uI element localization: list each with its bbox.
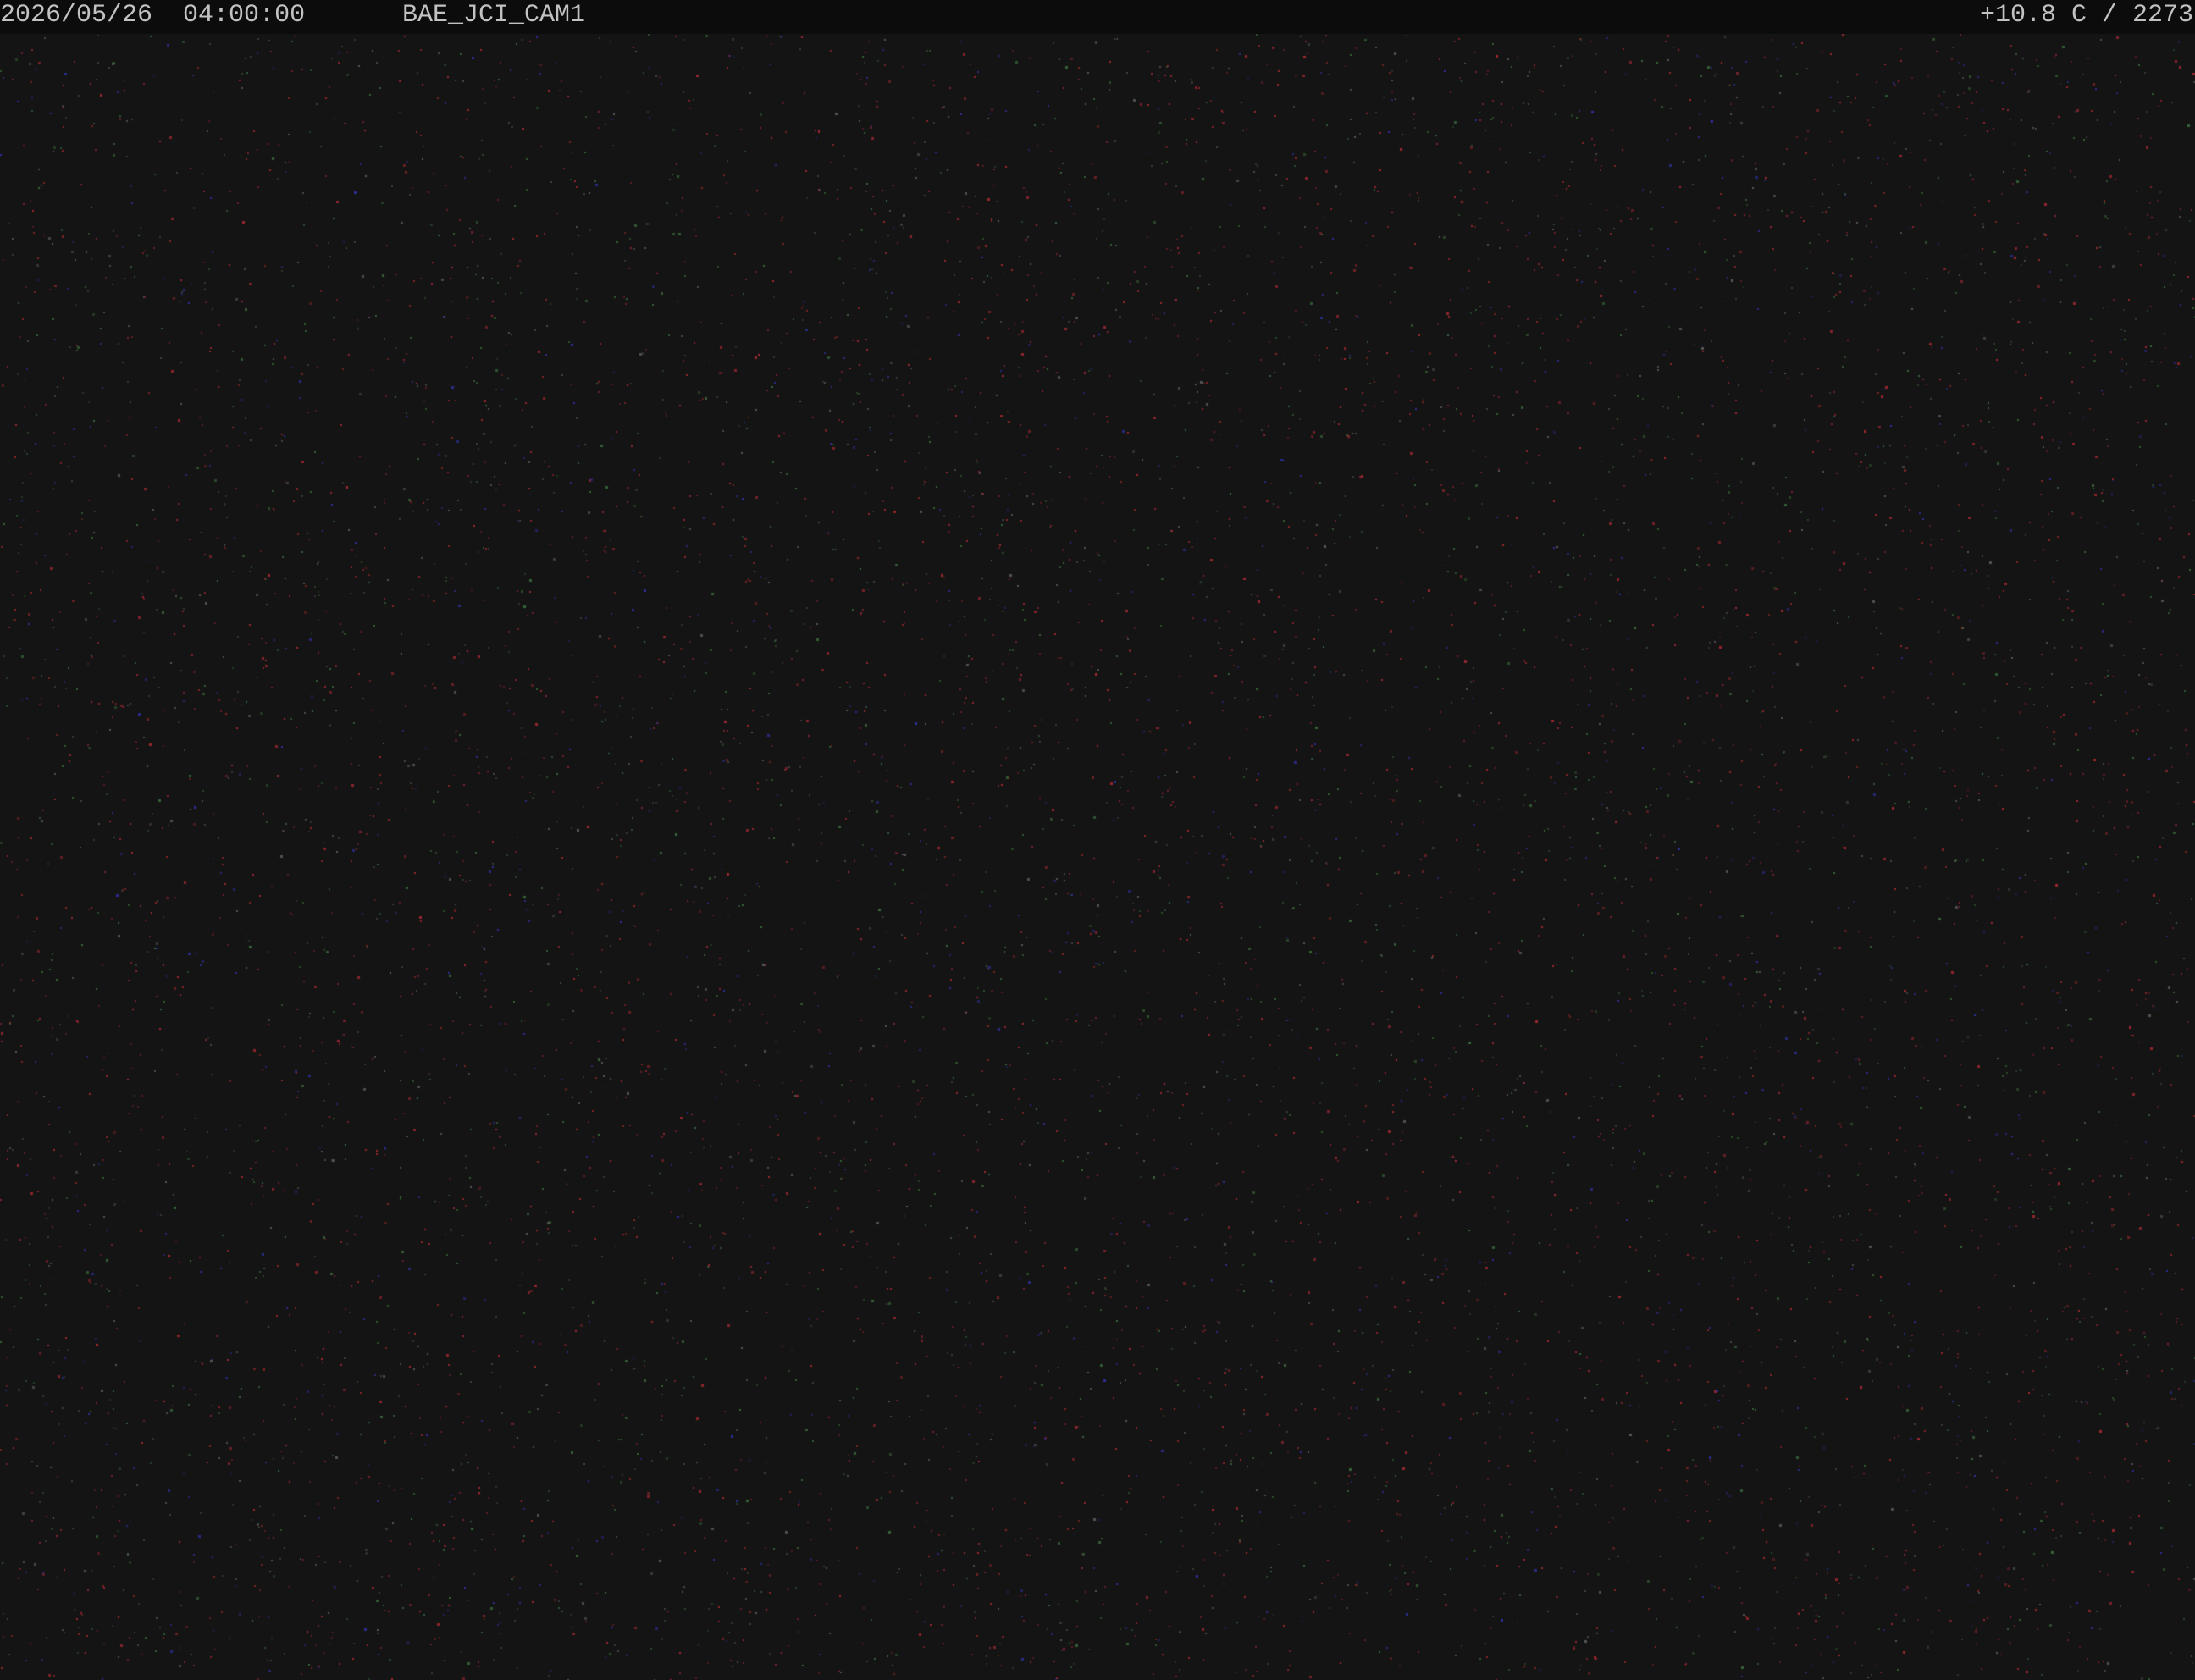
osd-datetime: 2026/05/26 04:00:00 xyxy=(0,0,305,34)
osd-date: 2026/05/26 xyxy=(0,1,153,30)
osd-overlay-bar: 2026/05/26 04:00:00 BAE_JCI_CAM1 +10.8 C… xyxy=(0,0,2195,34)
osd-sensor-readout: +10.8 C / 2273 xyxy=(1979,1,2193,30)
camera-frame: 2026/05/26 04:00:00 BAE_JCI_CAM1 +10.8 C… xyxy=(0,0,2195,1680)
osd-temperature: +10.8 C xyxy=(1979,1,2087,30)
osd-counter: 2273 xyxy=(2131,1,2193,30)
osd-camera-id: BAE_JCI_CAM1 xyxy=(402,1,586,30)
osd-time: 04:00:00 xyxy=(183,1,306,30)
night-sky-noise xyxy=(0,0,2195,1680)
